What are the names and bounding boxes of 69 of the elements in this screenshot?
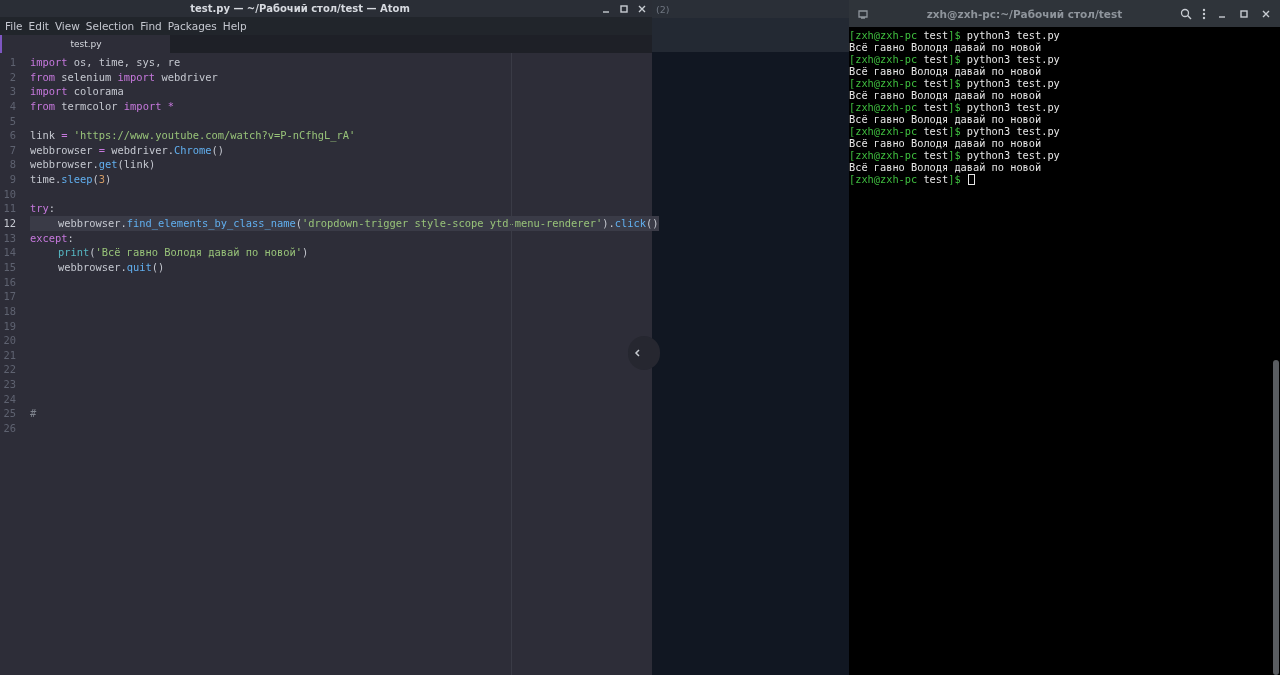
line-number: 2 [8, 69, 17, 85]
terminal-line: Всё гавно Володя давай по новой [849, 113, 1042, 125]
line-number: 7 [8, 142, 17, 158]
line-number: 21 [2, 347, 17, 363]
terminal-line: Всё гавно Володя давай по новой [849, 137, 1042, 149]
line-number: 23 [2, 377, 17, 392]
line-number: 20 [2, 333, 17, 348]
maximize-icon[interactable] [618, 2, 630, 15]
code-line: from termcolor import * [30, 98, 175, 114]
more-options-icon[interactable] [1202, 7, 1206, 20]
file-tab[interactable]: test.py [0, 35, 170, 53]
line-number: 24 [2, 391, 17, 407]
maximize-icon[interactable] [1238, 7, 1250, 20]
terminal-line: [zxh@zxh-pc test]$ python3 test.py [849, 53, 1060, 65]
menu-item[interactable]: Find [137, 20, 165, 32]
terminal-line: Всё гавно Володя давай по новой [849, 89, 1042, 101]
menu-item[interactable]: Selection [82, 20, 138, 32]
line-number: 12 [2, 216, 17, 231]
code-line: webbrowser.get(link) [30, 157, 157, 173]
terminal-line: Всё гавно Володя давай по новой [849, 41, 1042, 53]
line-number: 10 [2, 186, 17, 202]
code-line: try: [30, 201, 57, 217]
menu-item[interactable]: File [2, 20, 26, 32]
terminal-line: Всё гавно Володя давай по новой [849, 65, 1042, 77]
terminal-line: [zxh@zxh-pc test]$ python3 test.py [849, 29, 1060, 41]
code-line: time.sleep(3) [30, 172, 113, 187]
line-number: 8 [8, 157, 17, 173]
code-line: print('Всё гавно Володя давай по новой') [57, 245, 310, 260]
line-number: 11 [2, 201, 17, 217]
line-number: 18 [2, 303, 17, 319]
terminal-line: [zxh@zxh-pc test]$ python3 test.py [849, 125, 1060, 137]
new-tab-icon[interactable] [857, 7, 869, 20]
menu-item[interactable]: Edit [25, 20, 52, 32]
line-number: 19 [2, 318, 17, 334]
code-line: link = 'https://www.youtube.com/watch?v=P-nCfhgL_rA' [30, 128, 357, 143]
line-number: 3 [8, 84, 17, 99]
line-number: 13 [2, 230, 17, 246]
line-number: 25 [2, 406, 17, 421]
dock-toggle-button[interactable] [628, 336, 660, 370]
line-number: 15 [2, 259, 17, 275]
code-line: import colorama [30, 84, 125, 99]
search-icon[interactable] [1180, 7, 1192, 20]
code-line: except: [30, 230, 75, 246]
line-number: 4 [8, 98, 17, 114]
window-title: (2) [656, 3, 670, 15]
code-line: webbrowser = webdriver.Chrome() [30, 142, 225, 158]
menu-item[interactable]: Packages [164, 20, 220, 32]
code-line: import os, time, sys, re [30, 55, 182, 70]
terminal-line: [zxh@zxh-pc test]$ [849, 173, 961, 185]
chevron-left-icon [634, 349, 640, 357]
line-number: 1 [8, 55, 17, 70]
terminal-line: [zxh@zxh-pc test]$ python3 test.py [849, 101, 1060, 113]
code-line: webbrowser.quit() [57, 259, 166, 275]
line-number: 26 [2, 421, 17, 436]
code-line: from selenium import webdriver [30, 69, 219, 85]
code-line: # [30, 406, 38, 421]
menu-item[interactable]: View [51, 20, 83, 32]
terminal-line: Всё гавно Володя давай по новой [849, 161, 1042, 173]
terminal-line: [zxh@zxh-pc test]$ python3 test.py [849, 149, 1060, 161]
line-number: 14 [2, 245, 17, 260]
window-title: zxh@zxh-pc:~/Рабочий стол/test [925, 7, 1124, 20]
line-number: 6 [8, 128, 17, 143]
window-title: test.py — ~/Рабочий стол/test — Atom [189, 3, 411, 14]
menu-item[interactable]: Help [219, 20, 250, 32]
line-number: 17 [2, 289, 17, 304]
terminal-line: [zxh@zxh-pc test]$ python3 test.py [849, 77, 1060, 89]
line-number: 16 [2, 274, 17, 290]
line-number: 22 [2, 362, 17, 378]
line-number: 5 [8, 113, 17, 129]
